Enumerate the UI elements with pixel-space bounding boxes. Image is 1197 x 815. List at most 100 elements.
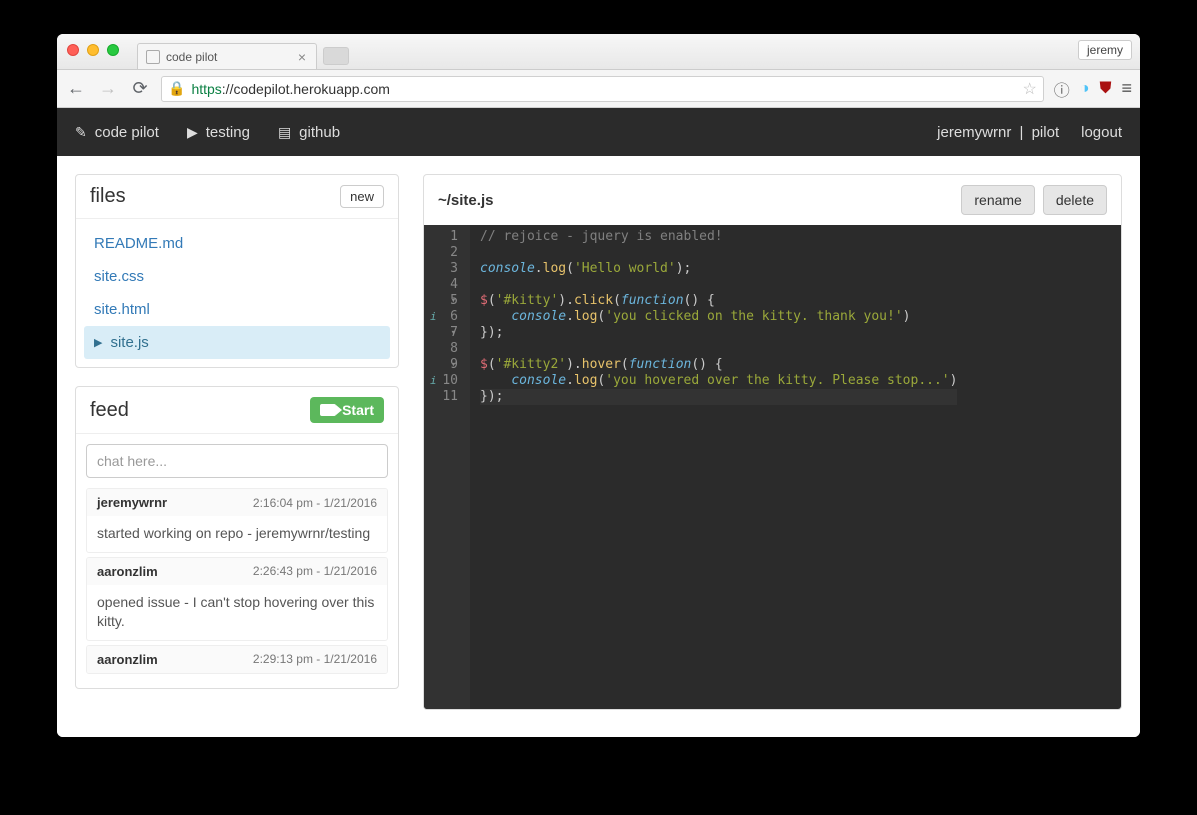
camera-icon [320, 404, 336, 416]
info-marker-icon: i [430, 309, 437, 325]
extension-icons: ⓘ ◑ ⛊ ≡ [1054, 77, 1132, 101]
editor-filename: ~/site.js [438, 192, 493, 209]
line-number: 8 [432, 341, 458, 357]
code-area[interactable]: // rejoice - jquery is enabled! console.… [470, 225, 967, 709]
menu-icon[interactable]: ≡ [1121, 78, 1132, 99]
file-list: README.mdsite.csssite.htmlsite.js [76, 219, 398, 367]
line-number: 5▾ [432, 293, 458, 309]
rename-button[interactable]: rename [961, 185, 1034, 215]
fold-icon[interactable]: ▾ [451, 357, 456, 373]
maximize-icon[interactable] [107, 44, 119, 56]
files-panel: files new README.mdsite.csssite.htmlsite… [75, 174, 399, 368]
delete-button[interactable]: delete [1043, 185, 1107, 215]
code-line[interactable]: // rejoice - jquery is enabled! [480, 229, 957, 245]
titlebar: code pilot × jeremy [57, 34, 1140, 70]
forward-icon: → [97, 78, 119, 99]
line-number: 9▾ [432, 357, 458, 373]
file-item[interactable]: README.md [84, 227, 390, 260]
feed-messages: jeremywrnr 2:16:04 pm - 1/21/2016 started … [86, 488, 388, 674]
nav-brand[interactable]: ✎ code pilot [75, 124, 159, 141]
pencil-icon: ✎ [75, 124, 87, 141]
tab-strip: code pilot × [137, 34, 349, 69]
nav-github-label: github [299, 124, 340, 141]
nav-github[interactable]: ▤ github [278, 124, 340, 141]
line-number: 4 [432, 277, 458, 293]
feed-author: jeremywrnr [97, 495, 167, 510]
code-line[interactable]: }); [480, 389, 957, 405]
nav-project-label: testing [206, 124, 250, 141]
code-line[interactable] [480, 341, 957, 357]
minimize-icon[interactable] [87, 44, 99, 56]
address-input[interactable]: 🔒 https://codepilot.herokuapp.com ☆ [161, 76, 1044, 102]
nav-project[interactable]: ▶ testing [187, 124, 250, 141]
browser-tab[interactable]: code pilot × [137, 43, 317, 69]
fold-icon[interactable]: ▾ [451, 325, 456, 341]
feed-title: feed [90, 399, 129, 422]
feed-panel: feed Start jeremywrnr 2:16:04 pm - 1/21/2… [75, 386, 399, 689]
feed-text: started working on repo - jeremywrnr/tes… [87, 516, 387, 552]
code-line[interactable]: $('#kitty').click(function() { [480, 293, 957, 309]
line-number: 6i [432, 309, 458, 325]
start-label: Start [342, 402, 374, 418]
nav-logout[interactable]: logout [1081, 124, 1122, 141]
feed-message: jeremywrnr 2:16:04 pm - 1/21/2016 started … [86, 488, 388, 553]
code-line[interactable]: $('#kitty2').hover(function() { [480, 357, 957, 373]
nav-brand-label: code pilot [95, 124, 159, 141]
file-item[interactable]: site.js [84, 326, 390, 359]
new-file-button[interactable]: new [340, 185, 384, 208]
feed-timestamp: 2:26:43 pm - 1/21/2016 [253, 564, 377, 578]
feed-timestamp: 2:29:13 pm - 1/21/2016 [253, 652, 377, 666]
start-button[interactable]: Start [310, 397, 384, 423]
bookmark-icon[interactable]: ☆ [1022, 79, 1036, 99]
ublock-icon[interactable]: ⛊ [1099, 80, 1111, 98]
line-gutter: 12345▾6i7▾89▾10i11 [424, 225, 470, 709]
content: files new README.mdsite.csssite.htmlsite… [57, 156, 1140, 737]
code-line[interactable]: }); [480, 325, 957, 341]
line-number: 3 [432, 261, 458, 277]
url-text: https://codepilot.herokuapp.com [191, 81, 389, 97]
window-controls [67, 44, 119, 56]
url-bar: ← → ⟳ 🔒 https://codepilot.herokuapp.com … [57, 70, 1140, 108]
new-tab-button[interactable] [323, 47, 349, 65]
close-icon[interactable] [67, 44, 79, 56]
page-icon [146, 50, 160, 64]
line-number: 1 [432, 229, 458, 245]
code-line[interactable]: console.log('you clicked on the kitty. t… [480, 309, 957, 325]
feed-author: aaronzlim [97, 564, 158, 579]
files-title: files [90, 185, 126, 208]
feed-timestamp: 2:16:04 pm - 1/21/2016 [253, 496, 377, 510]
line-number: 7▾ [432, 325, 458, 341]
feed-text: opened issue - I can't stop hovering ove… [87, 585, 387, 640]
extension-icon[interactable]: ◑ [1080, 80, 1090, 98]
line-number: 10i [432, 373, 458, 389]
code-line[interactable] [480, 277, 957, 293]
feed-author: aaronzlim [97, 652, 158, 667]
lock-icon: 🔒 [168, 80, 185, 97]
code-editor[interactable]: 12345▾6i7▾89▾10i11 // rejoice - jquery i… [424, 225, 1121, 709]
file-item[interactable]: site.css [84, 260, 390, 293]
code-line[interactable]: console.log('Hello world'); [480, 261, 957, 277]
file-item[interactable]: site.html [84, 293, 390, 326]
chat-input[interactable] [86, 444, 388, 478]
reload-icon[interactable]: ⟳ [129, 78, 151, 99]
tab-close-icon[interactable]: × [296, 49, 308, 65]
nav-user[interactable]: jeremywrnr | pilot [937, 124, 1059, 141]
tab-title: code pilot [166, 50, 217, 64]
play-icon: ▶ [187, 124, 198, 141]
editor-panel: ~/site.js rename delete 12345▾6i7▾89▾10i… [423, 174, 1122, 710]
back-icon[interactable]: ← [65, 78, 87, 99]
info-icon[interactable]: ⓘ [1054, 77, 1070, 101]
feed-message: aaronzlim 2:26:43 pm - 1/21/2016 opened is… [86, 557, 388, 641]
app-navbar: ✎ code pilot ▶ testing ▤ github jeremywr… [57, 108, 1140, 156]
profile-chip[interactable]: jeremy [1078, 40, 1132, 60]
browser-window: code pilot × jeremy ← → ⟳ 🔒 https://code… [57, 34, 1140, 737]
feed-message: aaronzlim 2:29:13 pm - 1/21/2016 [86, 645, 388, 674]
fold-icon[interactable]: ▾ [451, 293, 456, 309]
code-line[interactable] [480, 245, 957, 261]
line-number: 11 [432, 389, 458, 405]
sidebar: files new README.mdsite.csssite.htmlsite… [75, 174, 399, 719]
list-icon: ▤ [278, 124, 291, 141]
line-number: 2 [432, 245, 458, 261]
info-marker-icon: i [430, 373, 437, 389]
code-line[interactable]: console.log('you hovered over the kitty.… [480, 373, 957, 389]
